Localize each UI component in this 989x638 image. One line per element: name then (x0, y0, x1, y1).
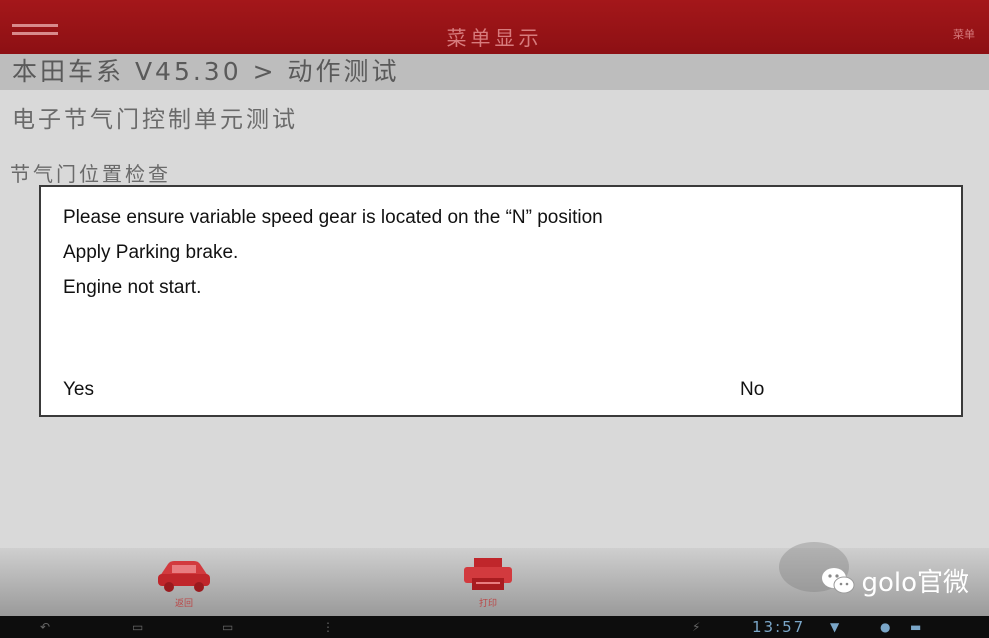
printer-icon (464, 558, 512, 590)
system-nav-bar: ↶ ▭ ▭ ⋮ ⚡ 13:57 ▼ ● ▬ (0, 616, 989, 638)
dialog-message-line: Engine not start. (63, 277, 202, 298)
golo-watermark: golo官微 (821, 562, 969, 599)
app-top-bar: 菜单显示 菜单 (0, 0, 989, 60)
car-icon (158, 561, 210, 592)
back-nav-icon[interactable]: ↶ (40, 620, 50, 634)
bottom-toolbar: 返回 打印 golo官微 (0, 542, 989, 616)
golo-watermark-text: golo官微 (861, 568, 969, 598)
dialog-message-line: Please ensure variable speed gear is loc… (63, 207, 603, 228)
confirm-dialog: Please ensure variable speed gear is loc… (39, 185, 963, 417)
back-button-label: 返回 (174, 599, 193, 609)
no-button[interactable]: No (740, 379, 764, 401)
test-item-title: 节气门位置检查 (10, 162, 171, 186)
home-nav-icon[interactable]: ▭ (132, 620, 143, 634)
print-button-label: 打印 (478, 599, 497, 609)
settings-status-icon: ● (880, 620, 891, 634)
test-section-title: 电子节气门控制单元测试 (12, 107, 298, 133)
recent-apps-icon[interactable]: ▭ (222, 620, 233, 634)
app-title: 菜单显示 (446, 26, 543, 50)
breadcrumb: 本田车系 V45.30 > 动作测试 (0, 54, 989, 90)
wifi-icon: ▼ (830, 620, 840, 634)
more-options-icon[interactable]: ⋮ (322, 620, 334, 634)
print-button[interactable]: 打印 (448, 554, 528, 612)
dialog-message-line: Apply Parking brake. (63, 242, 239, 263)
yes-button[interactable]: Yes (63, 379, 94, 401)
back-button[interactable]: 返回 (144, 554, 224, 612)
battery-icon: ▬ (910, 620, 922, 634)
wechat-icon (822, 567, 855, 593)
status-time: 13:57 (752, 618, 806, 636)
top-right-label[interactable]: 菜单 (953, 26, 975, 42)
usb-status-icon: ⚡ (692, 620, 701, 634)
